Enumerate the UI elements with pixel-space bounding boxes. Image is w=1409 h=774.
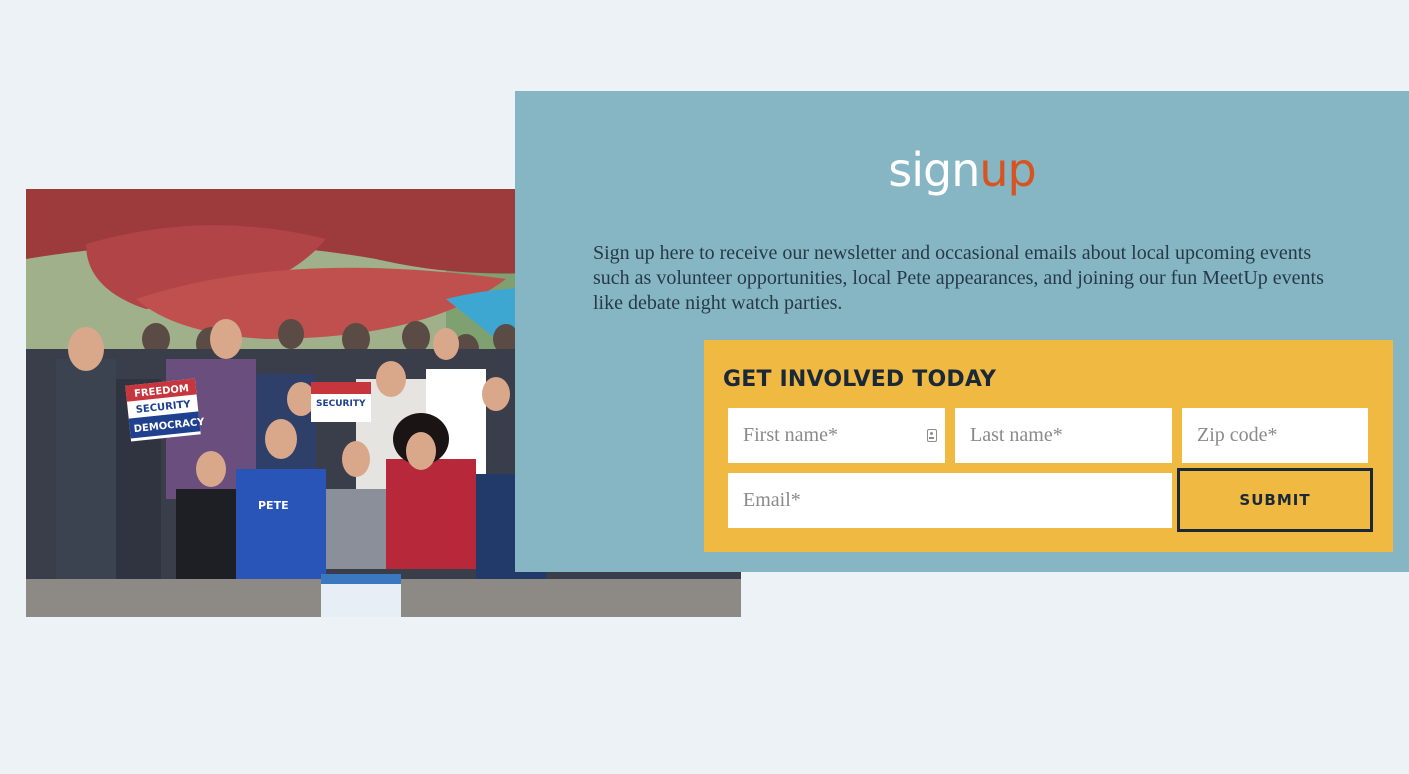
shirt-text: PETE [258, 499, 289, 512]
logo-part-up: up [979, 143, 1036, 197]
page: FREEDOM SECURITY DEMOCRACY SECURITY PETE… [0, 0, 1409, 774]
submit-button[interactable]: SUBMIT [1177, 468, 1373, 532]
form-title: GET INVOLVED TODAY [723, 367, 997, 392]
zip-code-input[interactable] [1182, 408, 1368, 463]
signup-intro-text: Sign up here to receive our newsletter a… [593, 242, 1324, 314]
svg-text:SECURITY: SECURITY [316, 399, 366, 409]
contact-card-icon[interactable] [927, 429, 937, 442]
first-name-input[interactable] [728, 408, 945, 463]
get-involved-form: GET INVOLVED TODAY SUBMIT [704, 340, 1393, 552]
last-name-input[interactable] [955, 408, 1172, 463]
signup-logo: signup [515, 147, 1409, 193]
logo-part-sign: sign [888, 143, 980, 197]
email-input[interactable] [728, 473, 1172, 528]
